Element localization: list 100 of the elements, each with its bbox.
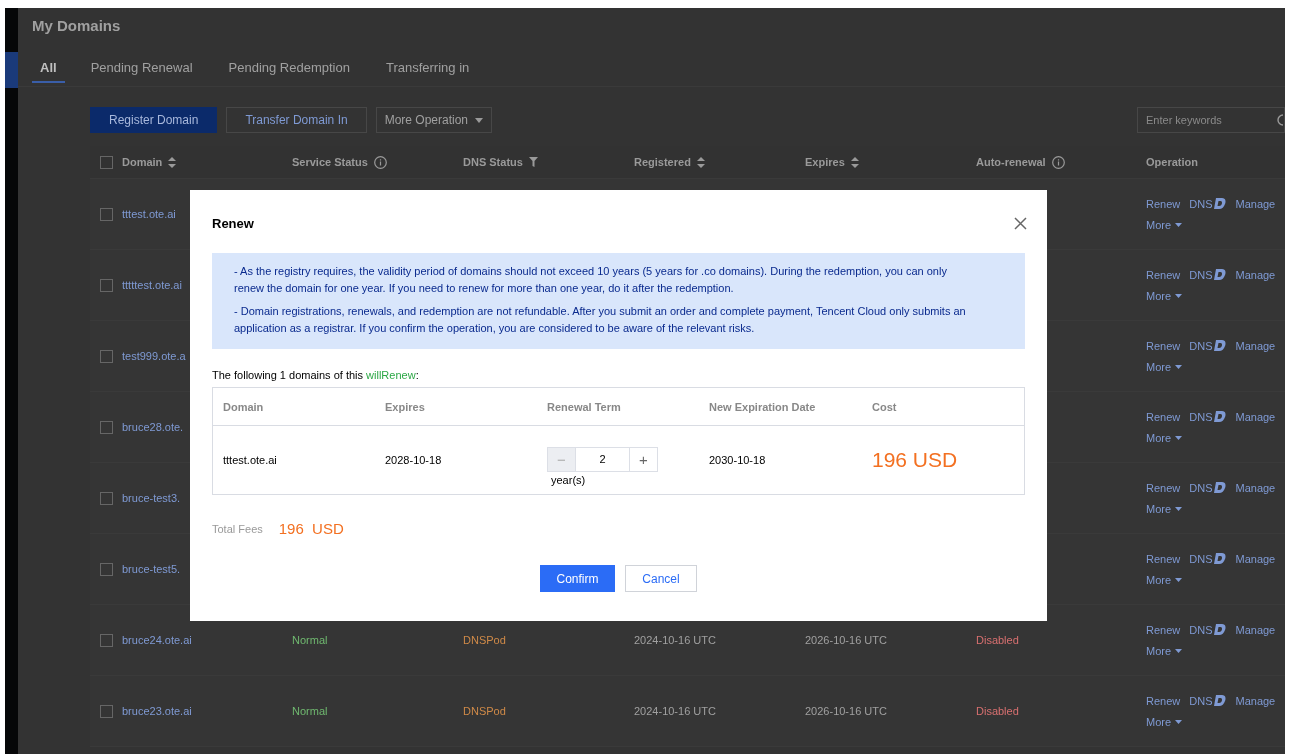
renew-link[interactable]: Renew	[1146, 339, 1181, 352]
column-header: Operation	[1146, 156, 1198, 168]
table-cell: 2026-10-16 UTC	[805, 705, 887, 717]
total-label: Total Fees	[212, 522, 263, 535]
checkbox[interactable]	[100, 278, 113, 292]
table-cell: Disabled	[976, 634, 1019, 646]
renew-link[interactable]: Renew	[1146, 552, 1181, 565]
more-link[interactable]: More	[1146, 502, 1285, 515]
table-cell: Normal	[292, 705, 328, 717]
search-field[interactable]: Enter keywords	[1137, 107, 1285, 133]
caret-icon	[1175, 435, 1183, 440]
manage-link[interactable]: Manage	[1235, 623, 1276, 636]
table-cell: Disabled	[976, 705, 1019, 717]
table-cell: tttest.ote.ai	[223, 454, 277, 466]
tab[interactable]: Pending Renewal	[90, 53, 193, 83]
renew-link[interactable]: Renew	[1146, 197, 1181, 210]
column-header: Expires	[805, 156, 845, 168]
search-icon[interactable]	[1277, 114, 1284, 126]
column-header: Service Status	[292, 156, 368, 168]
dns-link[interactable]: DNS	[1189, 552, 1227, 565]
manage-link[interactable]: Manage	[1235, 694, 1276, 707]
more-link[interactable]: More	[1146, 218, 1285, 231]
manage-link[interactable]: Manage	[1235, 197, 1276, 210]
notice-text: - As the registry requires, the validity period of domains should not exceed 10 years (5 years for .co domains). During the redemption, you can only renew the domain for one year. If you need to renew for more than one year, do it after the redemption.	[234, 264, 948, 296]
cancel-button[interactable]: Cancel	[625, 565, 697, 592]
column-header: Renewal Term	[547, 400, 621, 413]
caret-icon	[1175, 648, 1183, 653]
manage-link[interactable]: Manage	[1235, 552, 1276, 565]
dns-link[interactable]: DNS	[1189, 268, 1227, 281]
caret-icon	[1175, 222, 1183, 227]
manage-link[interactable]: Manage	[1235, 410, 1276, 423]
info-icon[interactable]	[373, 155, 387, 169]
column-header: Expires	[385, 400, 425, 413]
more-link[interactable]: More	[1146, 644, 1285, 657]
domain-link[interactable]: bruce24.ote.ai	[122, 634, 192, 646]
dns-link[interactable]: DNS	[1189, 339, 1227, 352]
info-icon[interactable]	[1051, 155, 1065, 169]
renew-link[interactable]: Renew	[1146, 694, 1181, 707]
manage-link[interactable]: Manage	[1235, 339, 1276, 352]
sort-icon[interactable]	[850, 156, 859, 168]
dnspod-icon	[1214, 553, 1227, 564]
checkbox[interactable]	[100, 491, 113, 505]
domain-link[interactable]: bruce23.ote.ai	[122, 705, 192, 717]
notice-text: - Domain registrations, renewals, and redemption are not refundable. After you submit an order and complete payment, Tencent Cloud only submits an application as a registrar. If you confirm the operation, you are considered to be aware of the relevant risks.	[234, 304, 967, 336]
checkbox[interactable]	[100, 562, 113, 576]
confirm-button[interactable]: Confirm	[540, 565, 615, 592]
renew-link[interactable]: Renew	[1146, 268, 1181, 281]
renew-link[interactable]: Renew	[1146, 623, 1181, 636]
checkbox[interactable]	[100, 420, 113, 434]
renew-link[interactable]: Renew	[1146, 481, 1181, 494]
caret-icon	[1175, 506, 1183, 511]
caret-icon	[474, 117, 483, 123]
dns-link[interactable]: DNS	[1189, 197, 1227, 210]
caret-icon	[1175, 719, 1183, 724]
filter-icon[interactable]	[528, 157, 538, 167]
manage-link[interactable]: Manage	[1235, 268, 1276, 281]
checkbox[interactable]	[100, 207, 113, 221]
table-cell: DNSPod	[463, 705, 506, 717]
page-title: My Domains	[32, 17, 122, 34]
checkbox[interactable]	[100, 704, 113, 718]
sort-icon[interactable]	[168, 156, 177, 168]
dns-link[interactable]: DNS	[1189, 623, 1227, 636]
dnspod-icon	[1214, 411, 1227, 422]
column-header: New Expiration Date	[709, 400, 816, 413]
table-cell: 2026-10-16 UTC	[805, 634, 887, 646]
cost-value: 196 USD	[872, 448, 958, 472]
more-link[interactable]: More	[1146, 573, 1285, 586]
checkbox[interactable]	[100, 155, 113, 169]
unit-label: year(s)	[551, 473, 586, 486]
dns-link[interactable]: DNS	[1189, 694, 1227, 707]
domain-link[interactable]: bruce-test5.	[122, 563, 181, 575]
dnspod-icon	[1214, 482, 1227, 493]
close-icon[interactable]	[1014, 217, 1027, 230]
domain-link[interactable]: test999.ote.a	[122, 350, 186, 362]
register-domain-button[interactable]: Register Domain	[90, 107, 218, 133]
checkbox[interactable]	[100, 633, 113, 647]
more-link[interactable]: More	[1146, 431, 1285, 444]
more-link[interactable]: More	[1146, 715, 1285, 728]
more-link[interactable]: More	[1146, 360, 1285, 373]
dns-link[interactable]: DNS	[1189, 481, 1227, 494]
manage-link[interactable]: Manage	[1235, 481, 1276, 494]
caret-icon	[1175, 364, 1183, 369]
checkbox[interactable]	[100, 349, 113, 363]
domain-link[interactable]: bruce-test3.	[122, 492, 181, 504]
transfer-domain-button[interactable]: Transfer Domain In	[226, 107, 367, 133]
more-operations-dropdown[interactable]: More Operation	[375, 107, 492, 133]
dnspod-icon	[1214, 624, 1227, 635]
column-header: Domain	[223, 400, 264, 413]
domain-link[interactable]: tttttest.ote.ai	[122, 279, 182, 291]
more-link[interactable]: More	[1146, 289, 1285, 302]
tab[interactable]: Transferring in	[385, 53, 470, 83]
domain-link[interactable]: tttest.ote.ai	[122, 208, 176, 220]
tab[interactable]: Pending Redemption	[228, 53, 350, 83]
domain-link[interactable]: bruce28.ote.	[122, 421, 184, 433]
renew-link[interactable]: Renew	[1146, 410, 1181, 423]
table-cell: 2030-10-18	[709, 454, 766, 466]
sort-icon[interactable]	[696, 156, 705, 168]
caret-icon	[1175, 577, 1183, 582]
tab[interactable]: All	[32, 53, 65, 83]
dns-link[interactable]: DNS	[1189, 410, 1227, 423]
